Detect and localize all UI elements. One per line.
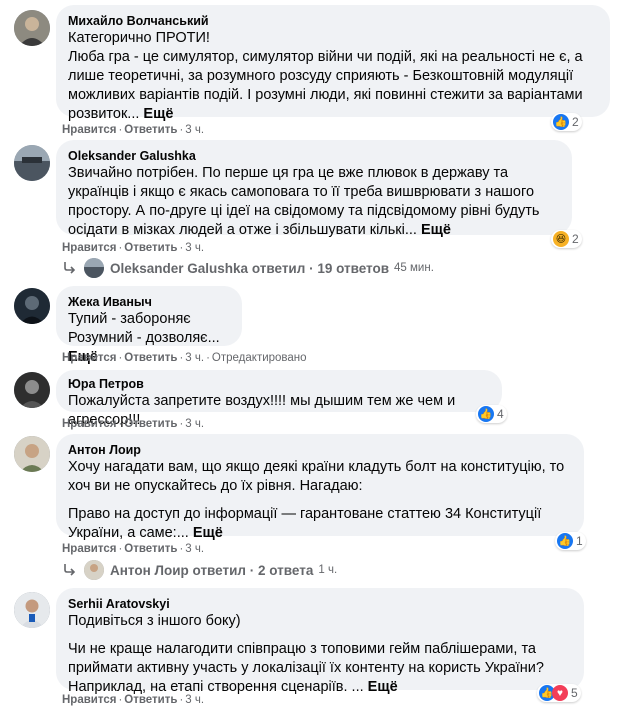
reply-arrow-icon bbox=[64, 262, 76, 274]
comment-author[interactable]: Антон Лоир bbox=[68, 442, 572, 458]
avatar[interactable] bbox=[14, 288, 50, 324]
reply-button[interactable]: Ответить bbox=[124, 124, 177, 136]
reply-arrow-icon bbox=[64, 564, 76, 576]
avatar bbox=[84, 560, 104, 580]
comment-bubble: Юра Петров Пожалуйста запретите воздух!!… bbox=[56, 370, 502, 428]
reply-count: 2 ответа bbox=[258, 562, 314, 578]
reaction-count: 1 bbox=[576, 534, 583, 548]
view-replies-link[interactable]: Антон Лоир ответил · 2 ответа 1 ч. bbox=[62, 558, 337, 582]
haha-reaction-icon: 😆 bbox=[553, 231, 569, 247]
avatar[interactable] bbox=[14, 592, 50, 628]
comment-actions: Нравится · Ответить · 3 ч. bbox=[62, 418, 205, 430]
edited-label: Отредактировано bbox=[211, 352, 307, 364]
avatar[interactable] bbox=[14, 372, 50, 408]
comment-bubble: Oleksander Galushka Звичайно потрібен. П… bbox=[56, 140, 572, 238]
reply-button[interactable]: Ответить bbox=[124, 694, 177, 706]
reply-button[interactable]: Ответить bbox=[124, 352, 177, 364]
love-reaction-icon: ♥ bbox=[552, 685, 568, 701]
like-reaction-icon: 👍 bbox=[557, 533, 573, 549]
comment-actions: Нравится · Ответить · 3 ч. · Отредактировано bbox=[62, 352, 307, 364]
like-reaction-icon: 👍 bbox=[478, 406, 494, 422]
avatar[interactable] bbox=[14, 145, 50, 181]
comment-actions: Нравится · Ответить · 3 ч. bbox=[62, 543, 205, 555]
reaction-count: 5 bbox=[571, 686, 578, 700]
like-reaction-icon: 👍 bbox=[553, 114, 569, 130]
reply-verb: ответил bbox=[251, 260, 306, 276]
comment-actions: Нравится · Ответить · 3 ч. bbox=[62, 124, 205, 136]
reaction-count: 4 bbox=[497, 407, 504, 421]
comment-actions: Нравится · Ответить · 3 ч. bbox=[62, 694, 205, 706]
like-button[interactable]: Нравится bbox=[62, 418, 116, 430]
reaction-summary[interactable]: 😆 2 bbox=[551, 230, 582, 248]
comment-author[interactable]: Жека Иваныч bbox=[68, 294, 230, 310]
timestamp[interactable]: 3 ч. bbox=[185, 242, 204, 254]
reply-verb: ответил bbox=[192, 562, 246, 578]
reply-button[interactable]: Ответить bbox=[124, 242, 177, 254]
comment-bubble: Жека Иваныч Тупий - забороняє Розумний -… bbox=[56, 286, 242, 365]
see-more-link[interactable]: Ещё bbox=[368, 679, 398, 695]
timestamp[interactable]: 3 ч. bbox=[185, 352, 204, 364]
comment-text: Хочу нагадати вам, що якщо деякі країни … bbox=[68, 459, 565, 541]
avatar[interactable] bbox=[14, 436, 50, 472]
reply-button[interactable]: Ответить bbox=[124, 543, 177, 555]
timestamp[interactable]: 3 ч. bbox=[185, 124, 204, 136]
comment-text: Категорично ПРОТИ! Люба гра - це симулят… bbox=[68, 30, 583, 122]
reply-author: Oleksander Galushka bbox=[110, 260, 249, 276]
reaction-count: 2 bbox=[572, 115, 579, 129]
view-replies-link[interactable]: Oleksander Galushka ответил · 19 ответов… bbox=[62, 256, 434, 280]
like-button[interactable]: Нравится bbox=[62, 124, 116, 136]
avatar bbox=[84, 258, 104, 278]
like-button[interactable]: Нравится bbox=[62, 242, 116, 254]
comment-text: Звичайно потрібен. По перше ця гра це вж… bbox=[68, 165, 540, 238]
like-button[interactable]: Нравится bbox=[62, 694, 116, 706]
comment-author[interactable]: Oleksander Galushka bbox=[68, 148, 560, 164]
reply-time: 45 мин. bbox=[394, 262, 434, 274]
reaction-summary[interactable]: 👍 1 bbox=[555, 532, 586, 550]
like-button[interactable]: Нравится bbox=[62, 352, 116, 364]
reply-author: Антон Лоир bbox=[110, 562, 189, 578]
like-button[interactable]: Нравится bbox=[62, 543, 116, 555]
comment-bubble: Антон Лоир Хочу нагадати вам, що якщо де… bbox=[56, 434, 584, 541]
see-more-link[interactable]: Ещё bbox=[421, 222, 451, 238]
reply-time: 1 ч. bbox=[318, 564, 338, 576]
avatar[interactable] bbox=[14, 10, 50, 46]
reaction-summary[interactable]: 👍 2 bbox=[551, 113, 582, 131]
comment-author[interactable]: Serhii Aratovskyi bbox=[68, 596, 572, 612]
timestamp[interactable]: 3 ч. bbox=[185, 694, 204, 706]
comment-author[interactable]: Юра Петров bbox=[68, 376, 490, 392]
comment-bubble: Serhii Aratovskyi Подивіться з іншого бо… bbox=[56, 588, 584, 695]
comment-actions: Нравится · Ответить · 3 ч. bbox=[62, 242, 205, 254]
reaction-summary[interactable]: 👍 ♥ 5 bbox=[537, 684, 581, 702]
comment-text: Подивіться з іншого боку) Чи не краще на… bbox=[68, 613, 544, 695]
comment-author[interactable]: Михайло Волчанський bbox=[68, 13, 598, 29]
timestamp[interactable]: 3 ч. bbox=[185, 418, 204, 430]
reply-count: 19 ответов bbox=[317, 260, 390, 276]
reply-button[interactable]: Ответить bbox=[124, 418, 177, 430]
reaction-count: 2 bbox=[572, 232, 579, 246]
comment-bubble: Михайло Волчанський Категорично ПРОТИ! Л… bbox=[56, 5, 610, 122]
timestamp[interactable]: 3 ч. bbox=[185, 543, 204, 555]
see-more-link[interactable]: Ещё bbox=[143, 106, 173, 122]
reaction-summary[interactable]: 👍 4 bbox=[476, 405, 507, 423]
see-more-link[interactable]: Ещё bbox=[193, 525, 223, 541]
